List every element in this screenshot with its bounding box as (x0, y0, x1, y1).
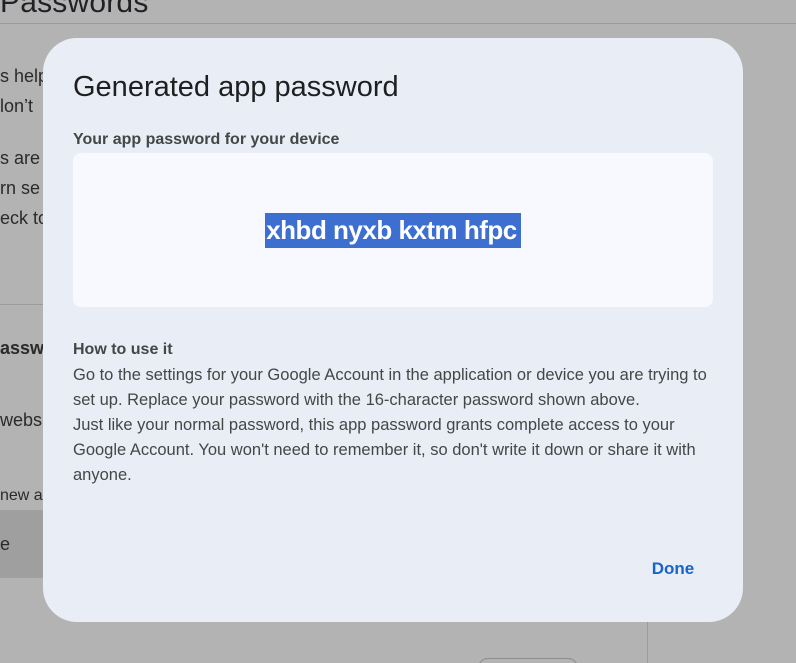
background-pill-button (478, 658, 578, 663)
background-text-fragment: eck to (0, 208, 49, 228)
password-display-box: xhbd nyxb kxtm hfpc (73, 153, 713, 307)
background-header-divider (0, 23, 796, 24)
how-to-use-body: Go to the settings for your Google Accou… (73, 363, 713, 488)
background-page-title: Passwords (0, 0, 149, 19)
how-to-use-heading: How to use it (73, 341, 173, 358)
dialog-title: Generated app password (73, 71, 399, 103)
background-field-value: e (0, 534, 11, 554)
background-text-fragment: lon’t (0, 96, 34, 116)
app-password-text[interactable]: xhbd nyxb kxtm hfpc (265, 212, 521, 248)
background-text-fragment: s help (0, 66, 49, 86)
how-to-use-paragraph: Go to the settings for your Google Accou… (73, 366, 707, 409)
dialog-subtitle: Your app password for your device (73, 131, 340, 148)
background-text-fragment: s are (0, 148, 41, 168)
background-section-heading: assw (0, 338, 45, 358)
generated-app-password-dialog: Generated app password Your app password… (43, 38, 743, 622)
done-button[interactable]: Done (641, 554, 705, 584)
background-text-fragment: webs (0, 410, 43, 430)
background-text-fragment: rn se (0, 178, 41, 198)
how-to-use-paragraph: Just like your normal password, this app… (73, 416, 696, 484)
